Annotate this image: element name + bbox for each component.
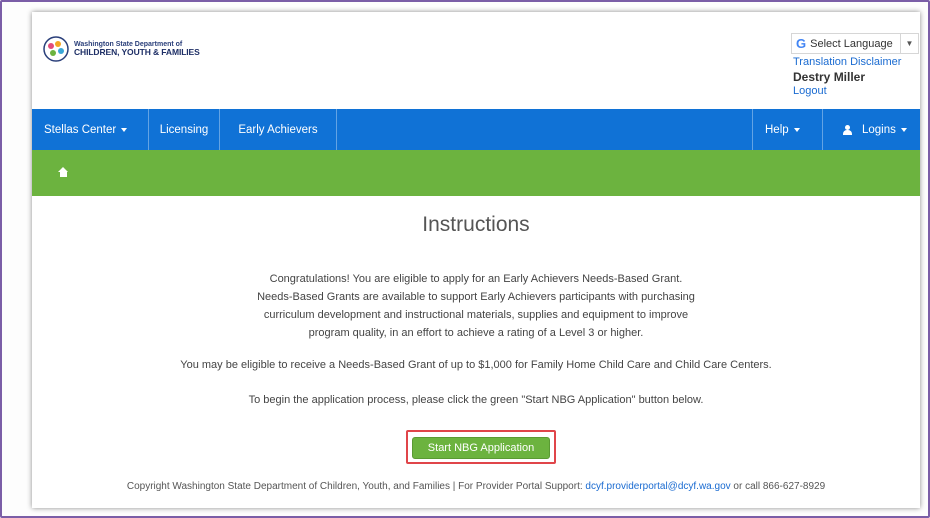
google-icon: G — [796, 36, 807, 51]
grant-amount-text: You may be eligible to receive a Needs-B… — [180, 359, 772, 371]
breadcrumb-bar — [32, 150, 920, 196]
nav-item-stellas-center[interactable]: Stellas Center — [32, 109, 149, 150]
nav-item-early-achievers[interactable]: Early Achievers — [220, 109, 337, 150]
browser-page: Washington State Department of CHILDREN,… — [32, 12, 920, 508]
site-header: Washington State Department of CHILDREN,… — [32, 12, 920, 109]
caret-down-icon — [900, 127, 907, 132]
intro-line: program quality, in an effort to achieve… — [308, 327, 644, 339]
chevron-down-icon: ▼ — [900, 34, 918, 53]
nav-item-label: Help — [765, 123, 789, 136]
home-icon[interactable] — [58, 167, 69, 177]
user-name: Destry Miller — [793, 70, 866, 84]
dcyf-logo[interactable]: Washington State Department of CHILDREN,… — [42, 36, 200, 62]
footer-phone-text: or call 866-627-8929 — [730, 481, 826, 492]
intro-line: Congratulations! You are eligible to app… — [269, 273, 683, 285]
page-footer: Copyright Washington State Department of… — [32, 481, 920, 492]
dcyf-logo-icon — [42, 36, 70, 62]
nav-item-licensing[interactable]: Licensing — [149, 109, 220, 150]
intro-line: curriculum development and instructional… — [263, 309, 689, 321]
nav-item-label: Licensing — [159, 123, 209, 136]
screenshot-frame: Washington State Department of CHILDREN,… — [0, 0, 930, 518]
page-title: Instructions — [422, 213, 530, 236]
translation-disclaimer-link[interactable]: Translation Disclaimer — [793, 56, 901, 68]
footer-text: Copyright Washington State Department of… — [126, 481, 586, 492]
nav-item-label: Logins — [862, 123, 896, 136]
nav-item-help[interactable]: Help — [752, 109, 822, 150]
begin-instructions-text: To begin the application process, please… — [248, 394, 704, 406]
nav-item-logins[interactable]: Logins — [822, 109, 920, 150]
caret-down-icon — [793, 127, 800, 132]
intro-line: Needs-Based Grants are available to supp… — [257, 291, 695, 303]
support-email-link[interactable]: dcyf.providerportal@dcyf.wa.gov — [585, 481, 730, 492]
nav-item-label: Early Achievers — [238, 123, 318, 136]
intro-paragraph: Congratulations! You are eligible to app… — [32, 270, 920, 342]
caret-down-icon — [121, 127, 128, 132]
start-button-highlight: Start NBG Application — [406, 430, 556, 464]
nav-item-label: Stellas Center — [44, 123, 117, 136]
language-select-label: Select Language — [810, 37, 893, 50]
language-select[interactable]: G Select Language ▼ — [791, 33, 919, 54]
main-nav: Stellas Center Licensing Early Achievers… — [32, 109, 920, 150]
logo-line2: CHILDREN, YOUTH & FAMILIES — [74, 47, 200, 58]
start-nbg-application-button[interactable]: Start NBG Application — [412, 437, 550, 459]
user-icon — [843, 124, 852, 135]
logout-link[interactable]: Logout — [793, 85, 827, 97]
